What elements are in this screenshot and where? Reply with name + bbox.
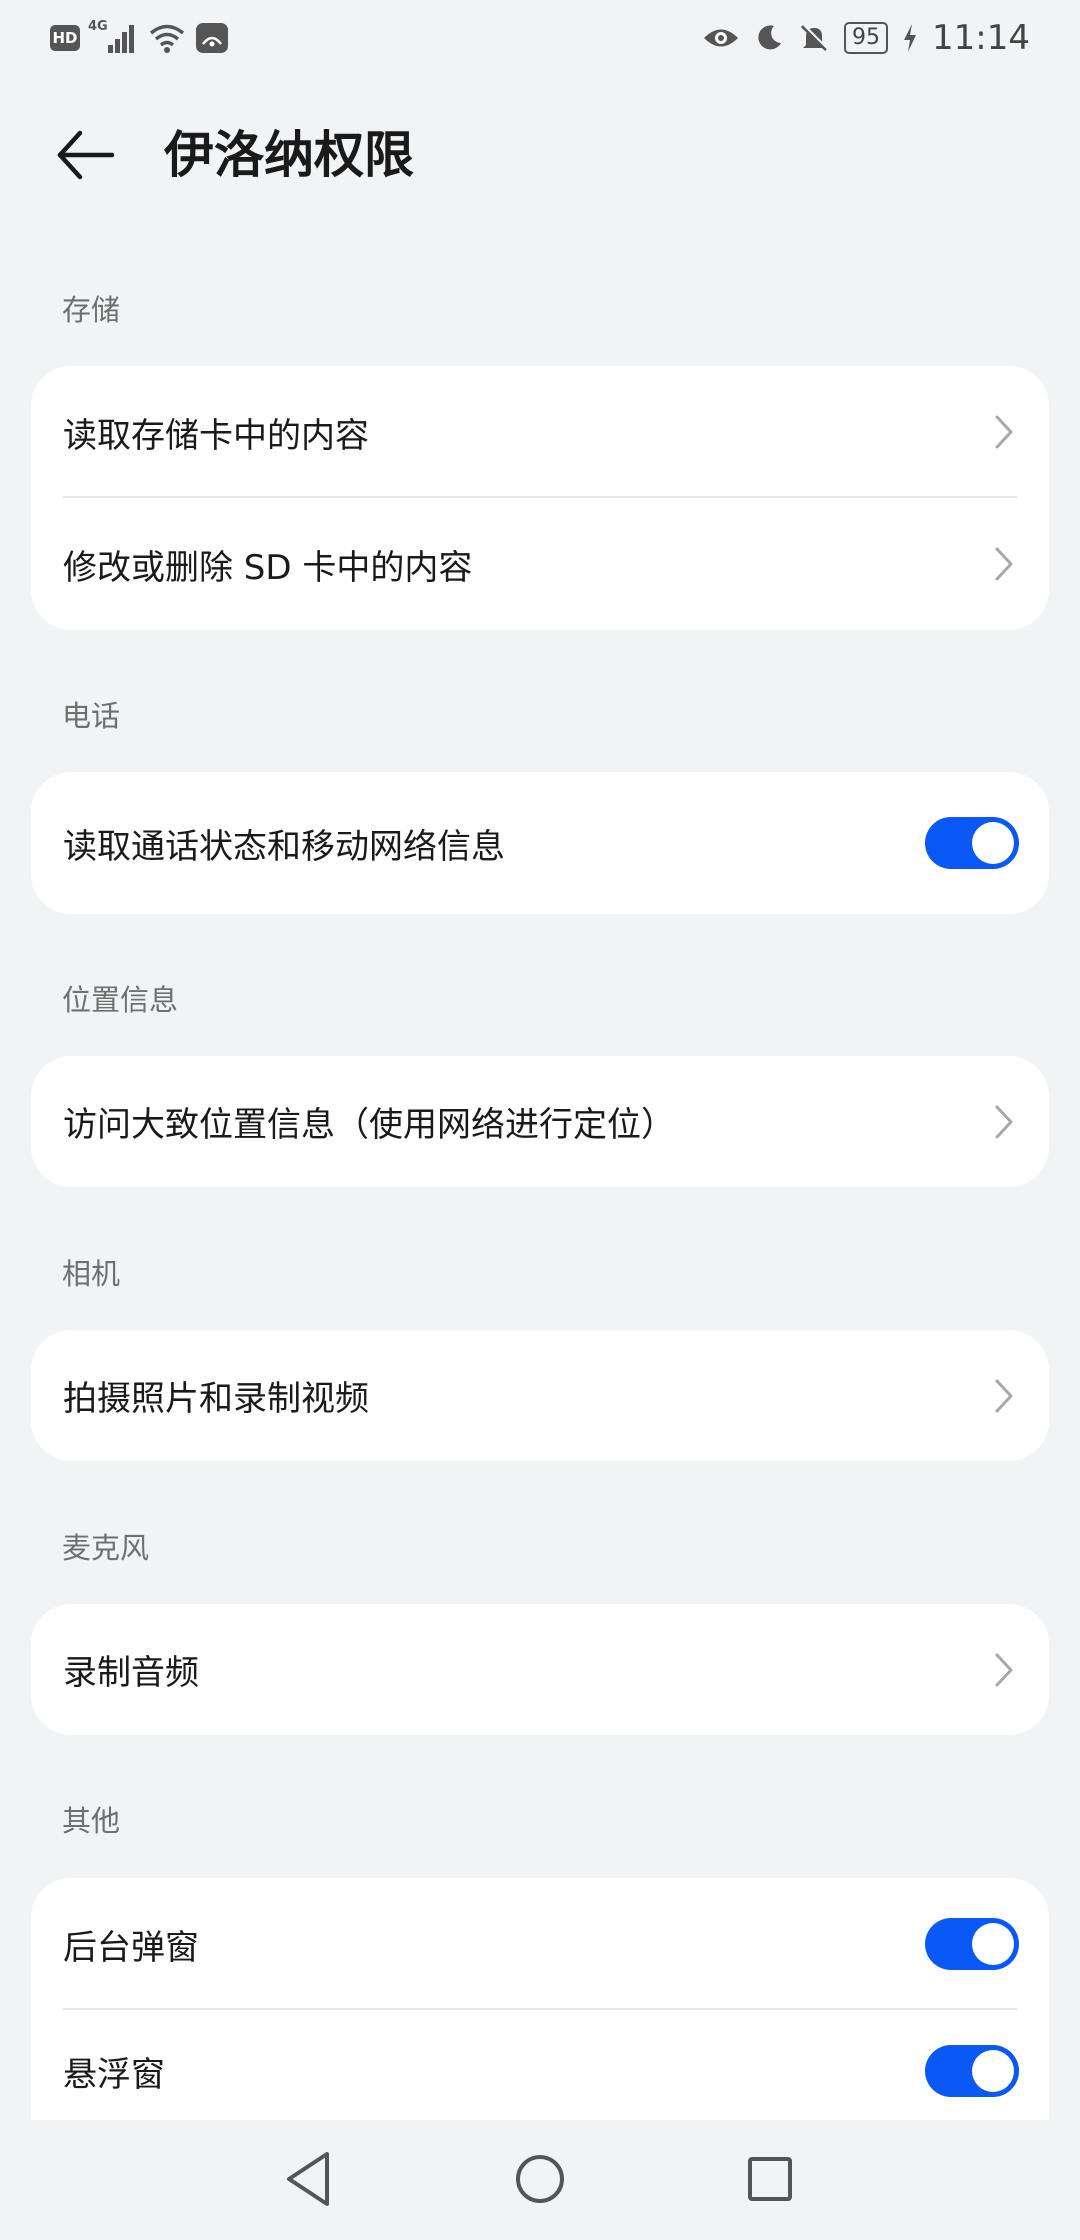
card-location: 访问大致位置信息（使用网络进行定位） [31, 1056, 1049, 1187]
permission-label: 悬浮窗 [63, 2054, 165, 2095]
card-phone: 读取通话状态和移动网络信息 [31, 772, 1049, 914]
eye-comfort-icon [704, 29, 739, 47]
permission-row-call-state: 读取通话状态和移动网络信息 [31, 772, 1049, 914]
chevron-right-icon [995, 1379, 1013, 1412]
chevron-right-icon [995, 1105, 1013, 1138]
call-state-toggle[interactable] [925, 817, 1019, 869]
permission-row-approx-location[interactable]: 访问大致位置信息（使用网络进行定位） [31, 1056, 1049, 1187]
hd-badge: HD [50, 25, 80, 51]
permission-label: 拍摄照片和录制视频 [63, 1379, 369, 1419]
permission-row-modify-sd[interactable]: 修改或删除 SD 卡中的内容 [31, 498, 1049, 630]
cellular-signal-icon: 4G [88, 19, 140, 55]
status-left: HD 4G [50, 19, 230, 56]
permission-label: 后台弹窗 [63, 1927, 199, 1968]
chevron-right-icon [995, 1653, 1013, 1686]
arrow-left-icon [57, 130, 115, 180]
toggle-knob [972, 822, 1014, 864]
section-label-storage: 存储 [62, 293, 121, 327]
background-popup-toggle[interactable] [925, 1918, 1019, 1970]
charging-bolt-icon [904, 24, 917, 52]
system-navigation-bar [0, 2120, 1080, 2240]
permission-label: 录制音频 [63, 1653, 199, 1693]
wifi-icon [149, 24, 185, 53]
toggle-knob [972, 1923, 1014, 1965]
permission-row-floating-window: 悬浮窗 [31, 2010, 1049, 2132]
permission-label: 读取存储卡中的内容 [63, 415, 369, 456]
permission-row-read-storage[interactable]: 读取存储卡中的内容 [31, 366, 1049, 498]
card-storage: 读取存储卡中的内容 修改或删除 SD 卡中的内容 [31, 366, 1049, 630]
circle-home-icon[interactable] [505, 2144, 575, 2214]
app-header: 伊洛纳权限 [0, 110, 1080, 200]
permission-row-background-popup: 后台弹窗 [31, 1878, 1049, 2010]
section-label-microphone: 麦克风 [62, 1531, 150, 1565]
chevron-right-icon [995, 547, 1013, 581]
permission-label: 读取通话状态和移动网络信息 [63, 826, 505, 867]
toggle-knob [972, 2050, 1014, 2092]
permission-row-record-audio[interactable]: 录制音频 [31, 1604, 1049, 1735]
section-label-location: 位置信息 [62, 983, 179, 1017]
battery-level: 95 [844, 22, 889, 54]
floating-window-toggle[interactable] [925, 2045, 1019, 2097]
card-camera: 拍摄照片和录制视频 [31, 1330, 1049, 1461]
card-other: 后台弹窗 悬浮窗 [31, 1878, 1049, 2148]
status-bar: HD 4G 95 11:14 [0, 0, 1080, 80]
chevron-right-icon [995, 415, 1013, 449]
triangle-back-icon[interactable] [275, 2144, 345, 2214]
square-recents-icon[interactable] [735, 2144, 805, 2214]
section-label-other: 其他 [62, 1804, 121, 1838]
status-time: 11:14 [932, 18, 1030, 58]
back-button[interactable] [50, 124, 130, 186]
page-title: 伊洛纳权限 [164, 126, 414, 184]
bell-muted-icon [800, 24, 829, 52]
network-type-label: 4G [88, 19, 108, 34]
section-label-phone: 电话 [62, 699, 121, 733]
card-microphone: 录制音频 [31, 1604, 1049, 1735]
section-label-camera: 相机 [62, 1257, 121, 1291]
permission-label: 访问大致位置信息（使用网络进行定位） [63, 1105, 675, 1145]
permission-row-camera[interactable]: 拍摄照片和录制视频 [31, 1330, 1049, 1461]
moon-icon [758, 25, 782, 50]
permission-label: 修改或删除 SD 卡中的内容 [63, 547, 473, 588]
app-notification-icon [196, 23, 228, 53]
status-right: 95 11:14 [702, 18, 1030, 58]
